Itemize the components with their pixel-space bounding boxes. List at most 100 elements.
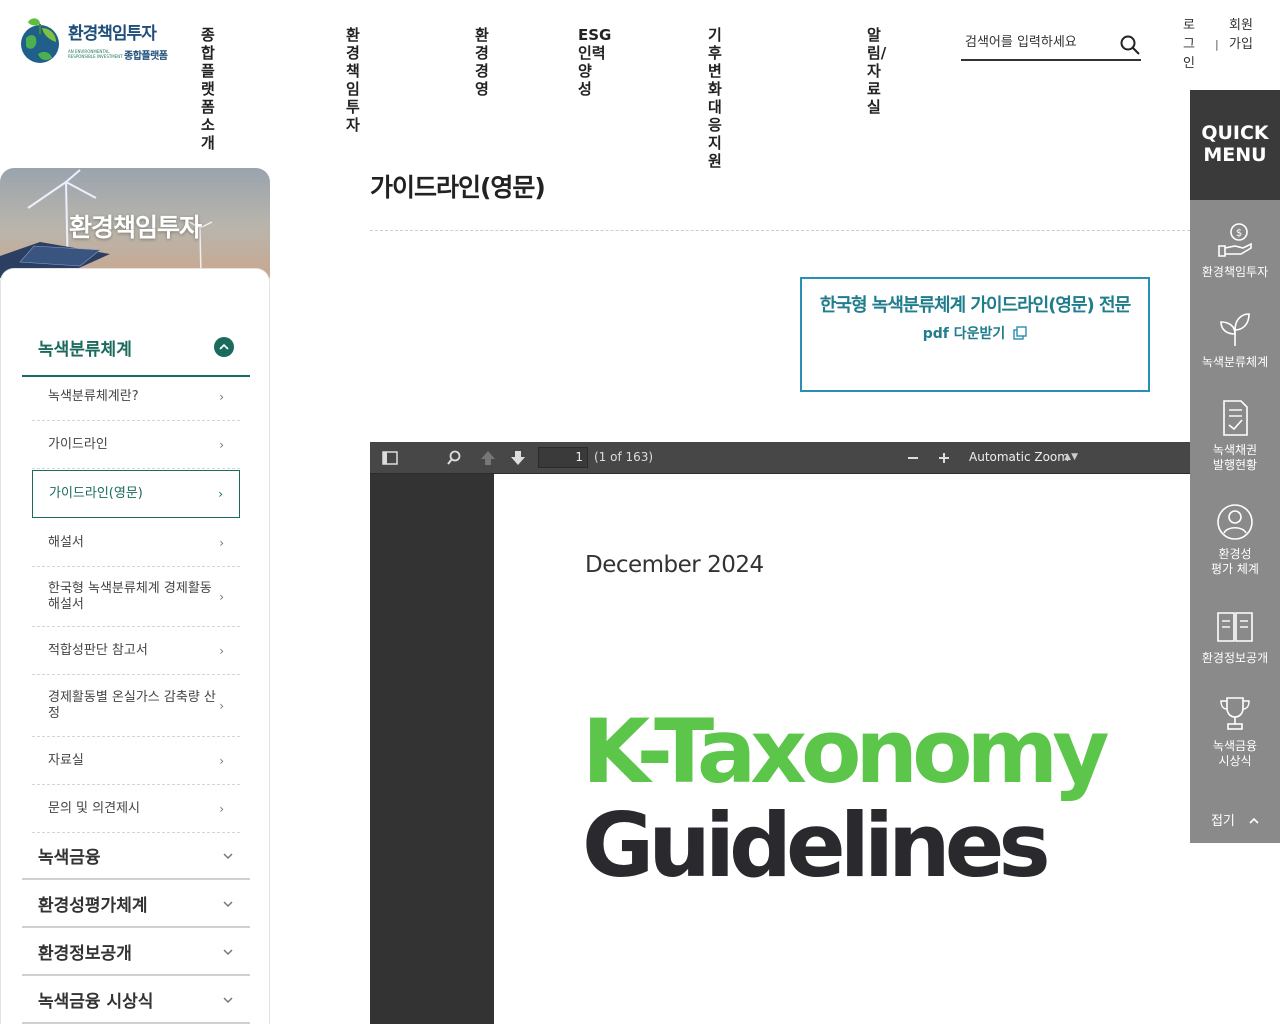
sidebar-group-label: 환경정보공개 bbox=[38, 944, 132, 964]
hand-coin-icon: $ bbox=[1218, 223, 1252, 257]
quick-item-responsible-investment[interactable]: $ 환경책임투자 bbox=[1190, 220, 1280, 280]
pdf-viewer: December 2024 K-Taxonomy Guidelines bbox=[370, 474, 1190, 1024]
sidebar-item-label: 가이드라인 bbox=[48, 436, 108, 452]
quick-menu: QUICK MENU $ 환경책임투자 녹색분류체계 녹색채권 발행현황 환경성… bbox=[1190, 90, 1280, 843]
search-icon[interactable] bbox=[1119, 34, 1141, 56]
sidebar-group-label: 환경성평가체계 bbox=[38, 896, 148, 916]
sidebar-group-green-taxonomy[interactable]: 녹색분류체계 bbox=[22, 319, 250, 377]
login-link[interactable]: 로 그 인 bbox=[1182, 16, 1196, 73]
chevron-right-icon: › bbox=[219, 389, 224, 404]
sidebar-item-inquiry[interactable]: 문의 및 의견제시 › bbox=[32, 785, 240, 833]
sidebar-group-label: 녹색금융 시상식 bbox=[38, 992, 154, 1012]
chevron-down-icon bbox=[223, 852, 233, 859]
quick-item-green-taxonomy[interactable]: 녹색분류체계 bbox=[1190, 310, 1280, 370]
chevron-right-icon: › bbox=[219, 698, 224, 713]
pdf-title-line1: K-Taxonomy bbox=[582, 700, 1110, 803]
pdf-date: December 2024 bbox=[585, 552, 764, 578]
sidebar-group-green-finance[interactable]: 녹색금융 bbox=[22, 833, 250, 880]
next-page-icon[interactable] bbox=[508, 448, 528, 468]
quick-menu-fold-button[interactable]: 접기 bbox=[1190, 810, 1280, 829]
quick-item-environmental-assessment[interactable]: 환경성 평가 체계 bbox=[1190, 502, 1280, 577]
previous-page-icon[interactable] bbox=[478, 448, 498, 468]
search-icon[interactable] bbox=[444, 448, 464, 468]
chevron-down-icon bbox=[223, 900, 233, 907]
quick-menu-fold-label: 접기 bbox=[1210, 814, 1235, 829]
pdf-download-link[interactable]: pdf 다운받기 bbox=[923, 323, 1028, 343]
quick-item-label: 환경책임투자 bbox=[1201, 265, 1269, 279]
chevron-down-icon bbox=[223, 948, 233, 955]
pdf-title-line2: Guidelines bbox=[582, 794, 1051, 897]
pdf-page: December 2024 K-Taxonomy Guidelines bbox=[494, 474, 1190, 1024]
chevron-down-icon bbox=[223, 996, 233, 1003]
sprout-icon bbox=[1220, 313, 1250, 346]
quick-item-label: 환경성 평가 체계 bbox=[1211, 547, 1259, 576]
sidebar-item-label: 녹색분류체계란? bbox=[48, 388, 139, 404]
page-number-input[interactable]: 1 bbox=[538, 447, 588, 468]
user-circle-icon bbox=[1217, 504, 1253, 540]
sidebar-item-label: 문의 및 의견제시 bbox=[48, 800, 140, 816]
sidebar-item-guideline-english[interactable]: 가이드라인(영문) › bbox=[32, 470, 240, 518]
page-title: 가이드라인(영문) bbox=[370, 173, 546, 202]
download-title: 한국형 녹색분류체계 가이드라인(영문) 전문 bbox=[819, 295, 1131, 316]
chevron-up-icon[interactable] bbox=[214, 337, 234, 357]
zoom-select-value: Automatic Zoom bbox=[969, 450, 1069, 464]
sidebar-group-green-finance-awards[interactable]: 녹색금융 시상식 bbox=[22, 977, 250, 1024]
sidebar-item-label: 가이드라인(영문) bbox=[49, 486, 143, 501]
download-box[interactable]: 한국형 녹색분류체계 가이드라인(영문) 전문 pdf 다운받기 bbox=[800, 277, 1150, 392]
sidebar-group-label: 녹색분류체계 bbox=[38, 339, 132, 360]
quick-item-green-bond[interactable]: 녹색채권 발행현황 bbox=[1190, 398, 1280, 473]
site-header: 환경책임투자 AN ENVIRONMENTAL RESPONSIBLE INVE… bbox=[0, 0, 1280, 170]
new-window-icon bbox=[1013, 326, 1027, 340]
quick-item-environmental-disclosure[interactable]: 환경정보공개 bbox=[1190, 606, 1280, 666]
pdf-download-label: pdf 다운받기 bbox=[922, 326, 1006, 342]
nav-climate-support[interactable]: 기후변화 대응 지원 bbox=[708, 26, 722, 170]
sidebar-item-label: 적합성판단 참고서 bbox=[48, 642, 148, 658]
sidebar-item-what-is-taxonomy[interactable]: 녹색분류체계란? › bbox=[32, 373, 240, 421]
chevron-right-icon: › bbox=[218, 487, 223, 501]
chevron-up-icon bbox=[1249, 817, 1259, 824]
select-caret-icon: ▲▼ bbox=[1064, 452, 1078, 462]
sidebar-item-label: 자료실 bbox=[48, 752, 84, 768]
sidebar-group-label: 녹색금융 bbox=[38, 848, 101, 868]
pdf-thumbnail-sidebar bbox=[370, 474, 494, 1024]
quick-item-green-finance-awards[interactable]: 녹색금융 시상식 bbox=[1190, 694, 1280, 769]
chevron-right-icon: › bbox=[219, 589, 224, 604]
chevron-right-icon: › bbox=[219, 753, 224, 768]
sidebar-item-ghg-reduction[interactable]: 경제활동별 온실가스 감축량 산정 › bbox=[32, 675, 240, 737]
sidebar-item-archive[interactable]: 자료실 › bbox=[32, 737, 240, 785]
zoom-select[interactable]: Automatic Zoom ▲▼ bbox=[962, 446, 1084, 469]
join-link[interactable]: 회원 가입 bbox=[1226, 16, 1256, 54]
globe-logo-icon bbox=[18, 14, 64, 66]
logo-english-text: AN ENVIRONMENTAL RESPONSIBLE INVESTMENT bbox=[68, 49, 123, 59]
sidebar-item-label: 해설서 bbox=[48, 534, 84, 550]
search-input[interactable] bbox=[965, 35, 1115, 50]
nav-notice-resources[interactable]: 알림/자료 실 bbox=[867, 26, 886, 116]
quick-item-label: 녹색채권 발행현황 bbox=[1212, 443, 1258, 472]
page-count: (1 of 163) bbox=[594, 450, 654, 464]
site-logo[interactable]: 환경책임투자 AN ENVIRONMENTAL RESPONSIBLE INVE… bbox=[18, 12, 178, 68]
nav-environmental-management[interactable]: 환경경 영 bbox=[475, 26, 489, 98]
quick-item-label: 환경정보공개 bbox=[1201, 651, 1269, 665]
quick-item-label: 녹색금융 시상식 bbox=[1212, 739, 1258, 768]
sidebar-item-label: 한국형 녹색분류체계 경제활동 해설서 bbox=[48, 580, 212, 612]
sidebar-item-conformity-reference[interactable]: 적합성판단 참고서 › bbox=[32, 627, 240, 675]
nav-platform-intro[interactable]: 종합플랫폼 소개 bbox=[201, 26, 215, 152]
sidebar-toggle-icon[interactable] bbox=[380, 448, 400, 468]
logo-subtitle: 종합플랫폼 bbox=[124, 50, 168, 62]
sidebar-group-environmental-assessment[interactable]: 환경성평가체계 bbox=[22, 881, 250, 928]
sidebar-group-environmental-disclosure[interactable]: 환경정보공개 bbox=[22, 929, 250, 976]
sidebar-item-guideline[interactable]: 가이드라인 › bbox=[32, 421, 240, 469]
title-divider bbox=[370, 230, 1190, 231]
sidebar-item-commentary[interactable]: 해설서 › bbox=[32, 519, 240, 567]
nav-responsible-investment[interactable]: 환경책임투 자 bbox=[346, 26, 360, 134]
nav-esg-training[interactable]: ESG인력양 성 bbox=[578, 26, 611, 98]
sidebar-item-economic-activity-commentary[interactable]: 한국형 녹색분류체계 경제활동 해설서 › bbox=[32, 567, 240, 627]
trophy-icon bbox=[1220, 697, 1250, 730]
util-separator: | bbox=[1215, 38, 1219, 51]
chevron-right-icon: › bbox=[219, 535, 224, 550]
zoom-out-icon[interactable] bbox=[903, 448, 923, 468]
zoom-in-icon[interactable] bbox=[934, 448, 954, 468]
chevron-right-icon: › bbox=[219, 643, 224, 658]
sidebar-banner: 환경책임투자 bbox=[0, 168, 270, 278]
svg-text:$: $ bbox=[1236, 228, 1242, 239]
